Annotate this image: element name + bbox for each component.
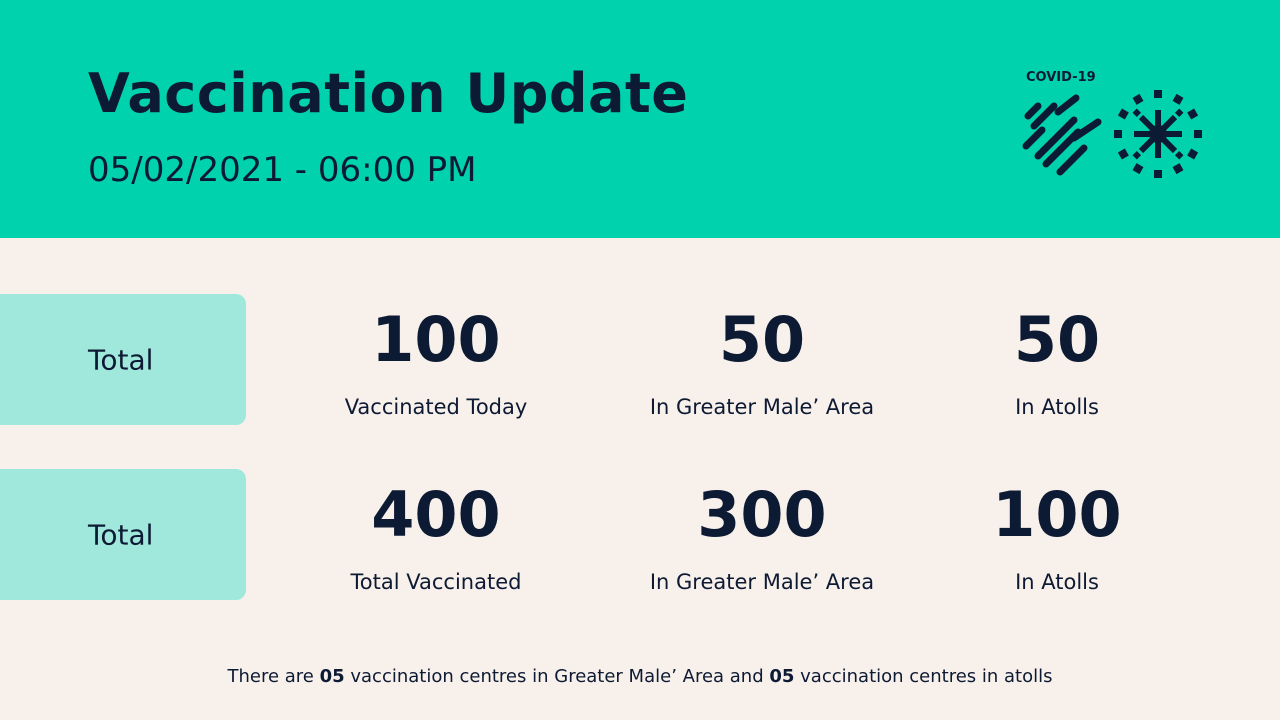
stat-label: In Atolls <box>1015 570 1099 594</box>
stat-vaccinated-today: 100 Vaccinated Today <box>286 308 586 420</box>
stat-value: 50 <box>1013 303 1101 376</box>
stat-value: 400 <box>371 478 501 551</box>
stat-value: 100 <box>992 478 1122 551</box>
vaccine-virus-logo-icon <box>1016 68 1206 188</box>
stat-today-greater-male: 50 In Greater Male’ Area <box>612 308 912 420</box>
stat-total-vaccinated: 400 Total Vaccinated <box>286 483 586 595</box>
stat-label: In Greater Male’ Area <box>649 570 875 594</box>
stat-today-atolls: 50 In Atolls <box>907 308 1207 420</box>
row-label-text: Total <box>88 518 154 551</box>
footer-count-atolls: 05 <box>769 666 795 687</box>
stat-label: In Greater Male’ Area <box>649 395 875 419</box>
stat-value: 300 <box>697 478 827 551</box>
footer-note: There are 05 vaccination centres in Grea… <box>0 666 1280 687</box>
stat-label: In Atolls <box>1015 395 1099 419</box>
row-label-today: Total <box>0 294 246 425</box>
stat-label: Total Vaccinated <box>350 570 522 594</box>
page-title: Vaccination Update <box>88 62 689 125</box>
footer-text-3: vaccination centres in atolls <box>794 666 1053 687</box>
update-datetime: 05/02/2021 - 06:00 PM <box>88 150 477 190</box>
stat-label: Vaccinated Today <box>344 395 528 419</box>
stat-total-greater-male: 300 In Greater Male’ Area <box>612 483 912 595</box>
footer-text-2: vaccination centres in Greater Male’ Are… <box>344 666 770 687</box>
row-label-text: Total <box>88 343 154 376</box>
stat-value: 50 <box>718 303 806 376</box>
footer-text-1: There are <box>227 666 320 687</box>
stat-value: 100 <box>371 303 501 376</box>
stat-total-atolls: 100 In Atolls <box>907 483 1207 595</box>
row-label-total: Total <box>0 469 246 600</box>
footer-count-greater-male: 05 <box>319 666 345 687</box>
